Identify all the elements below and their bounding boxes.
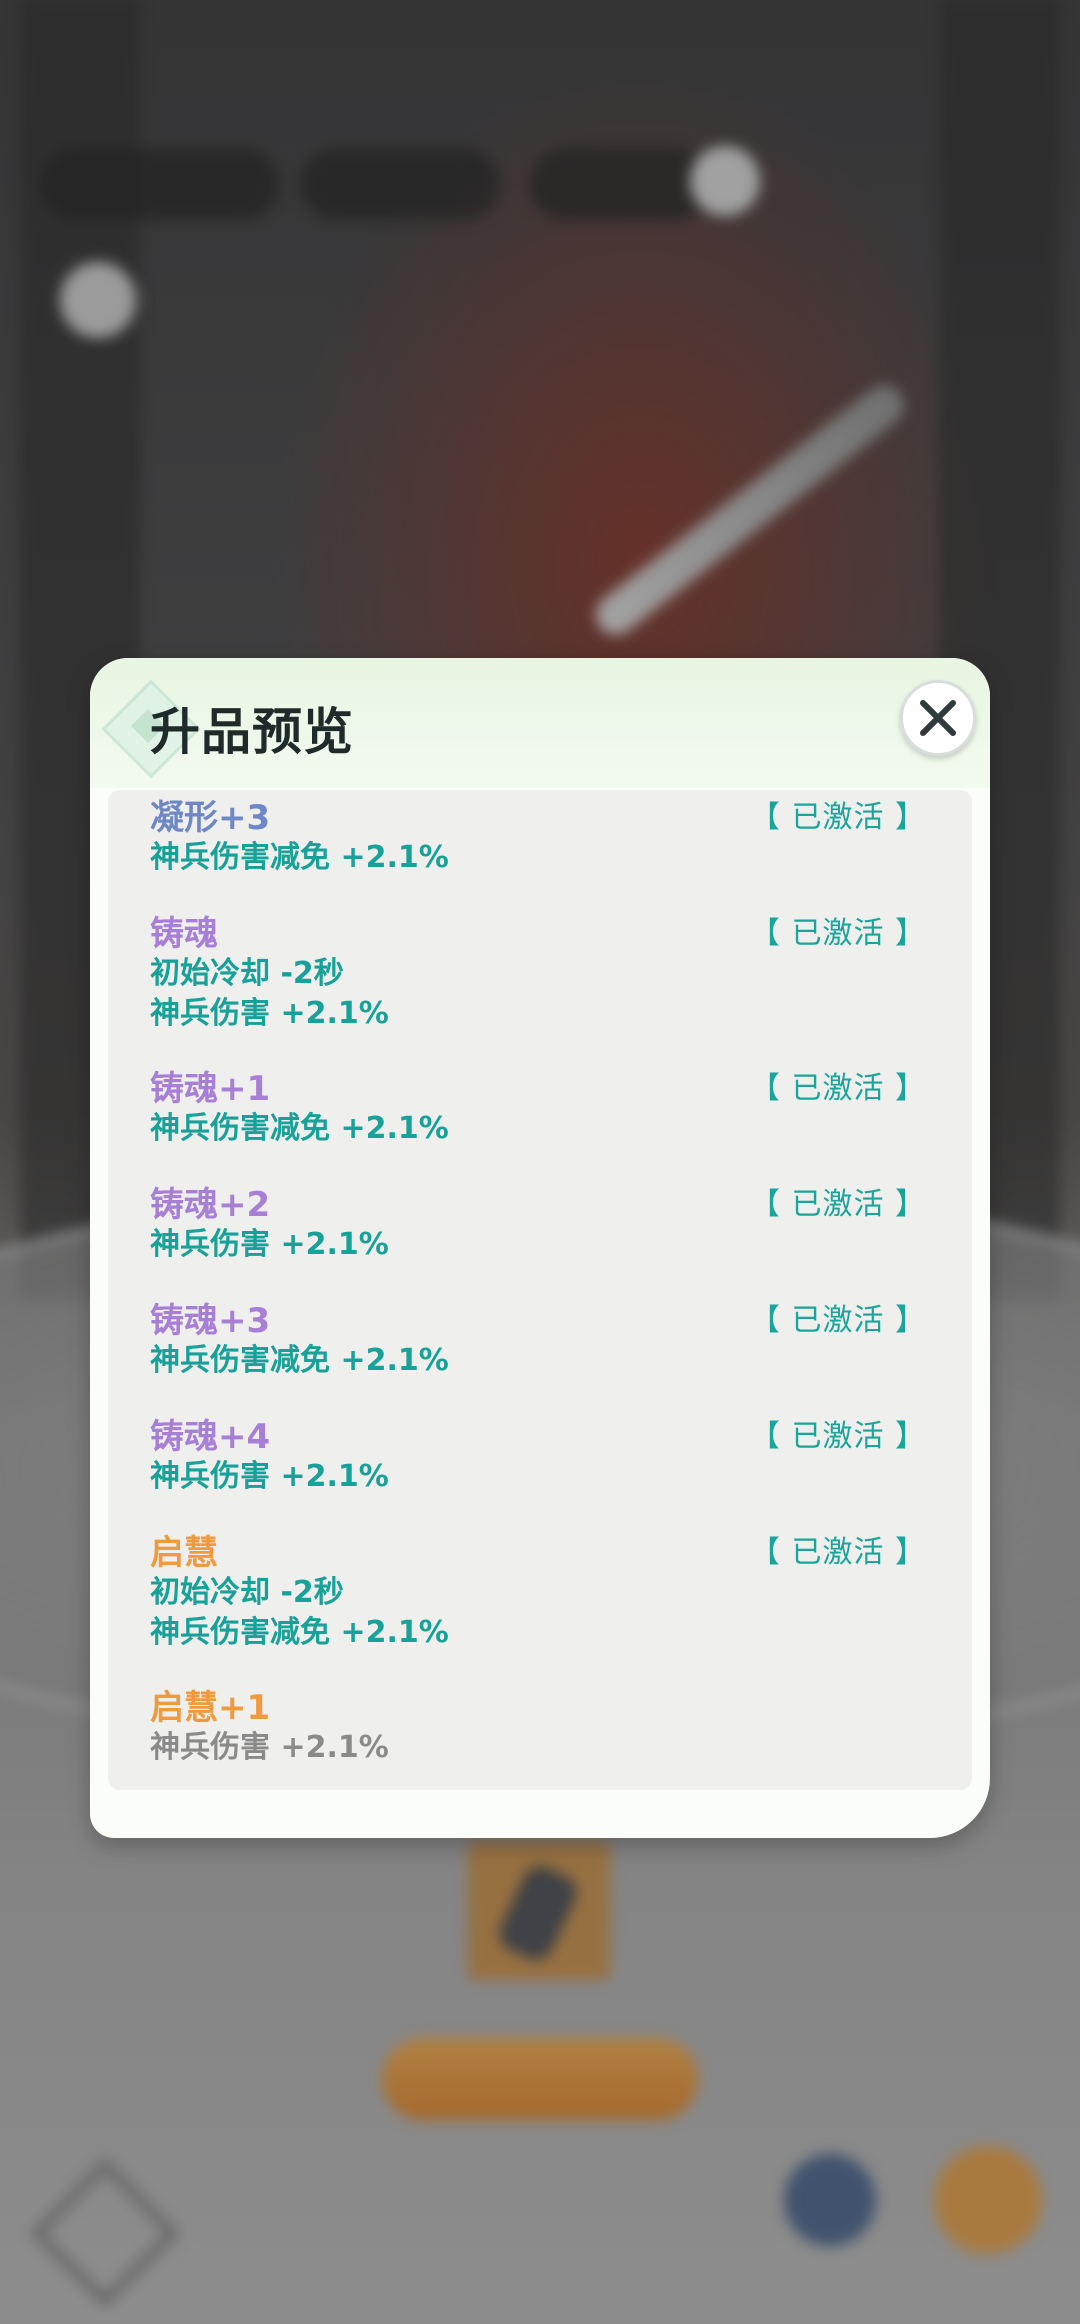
- modal-title: 升品预览: [150, 703, 354, 761]
- entry-effect: 神兵伤害减免 +2.1%: [150, 840, 449, 875]
- entry-effect: 神兵伤害减免 +2.1%: [150, 1615, 449, 1650]
- entry-effect: 神兵伤害 +2.1%: [150, 1730, 389, 1765]
- entry-status: 【 已激活 】: [749, 1187, 926, 1222]
- list-item: 铸魂 【 已激活 】 初始冷却 -2秒 神兵伤害 +2.1%: [150, 914, 950, 1034]
- entry-effect: 神兵伤害减免 +2.1%: [150, 1343, 449, 1378]
- entry-effect: 神兵伤害 +2.1%: [150, 1459, 389, 1494]
- list-item: 启慧+1 神兵伤害 +2.1%: [150, 1688, 950, 1768]
- entry-effect: 神兵伤害减免 +2.1%: [150, 1111, 449, 1146]
- entry-status: 【 已激活 】: [749, 800, 926, 835]
- list-item: 凝形+3 【 已激活 】 神兵伤害减免 +2.1%: [150, 798, 950, 878]
- close-icon: [920, 700, 956, 736]
- close-button[interactable]: [900, 680, 976, 756]
- entry-title: 启慧+1: [150, 1688, 271, 1728]
- entry-status: 【 已激活 】: [749, 1071, 926, 1106]
- list-item: 启慧 【 已激活 】 初始冷却 -2秒 神兵伤害减免 +2.1%: [150, 1533, 950, 1653]
- list-item: 铸魂+1 【 已激活 】 神兵伤害减免 +2.1%: [150, 1069, 950, 1149]
- upgrade-list[interactable]: 凝形+3 【 已激活 】 神兵伤害减免 +2.1% 铸魂 【 已激活 】 初始冷…: [108, 790, 972, 1790]
- entry-effect: 初始冷却 -2秒: [150, 956, 344, 991]
- list-item: 铸魂+2 【 已激活 】 神兵伤害 +2.1%: [150, 1185, 950, 1265]
- entry-effect: 神兵伤害 +2.1%: [150, 996, 389, 1031]
- modal-header: 升品预览: [90, 658, 990, 788]
- entry-effect: 初始冷却 -2秒: [150, 1575, 344, 1610]
- entry-status: 【 已激活 】: [749, 1419, 926, 1454]
- list-item: 铸魂+3 【 已激活 】 神兵伤害减免 +2.1%: [150, 1301, 950, 1381]
- entry-effect: 神兵伤害 +2.1%: [150, 1227, 389, 1262]
- entry-status: 【 已激活 】: [749, 1303, 926, 1338]
- entry-status: 【 已激活 】: [749, 916, 926, 951]
- list-item: 铸魂+4 【 已激活 】 神兵伤害 +2.1%: [150, 1417, 950, 1497]
- upgrade-preview-modal: 升品预览 凝形+3 【 已激活 】 神兵伤害减免 +2.1% 铸魂 【 已激活 …: [90, 658, 990, 1838]
- entry-status: 【 已激活 】: [749, 1535, 926, 1570]
